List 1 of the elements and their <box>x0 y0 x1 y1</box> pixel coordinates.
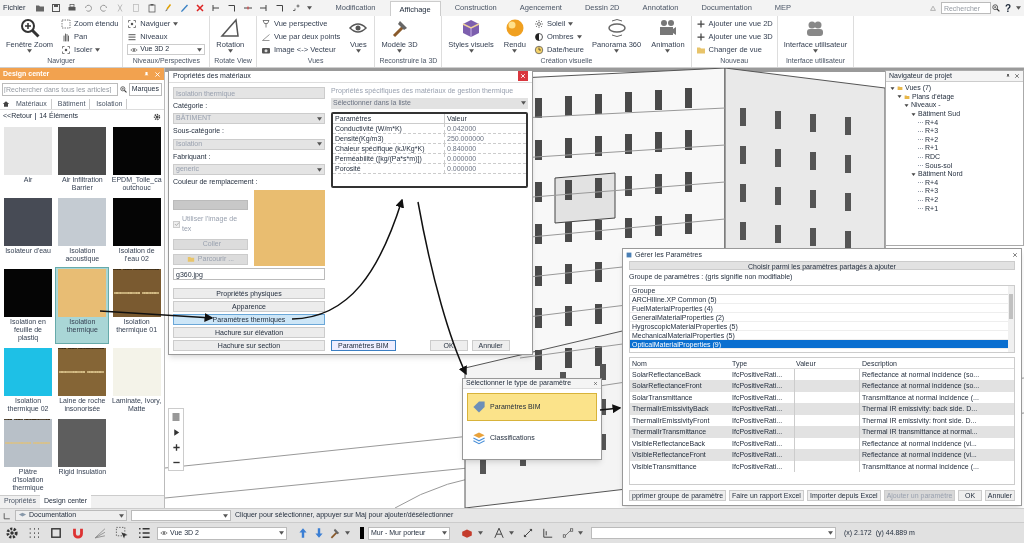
help-button[interactable]: ? <box>1004 0 1011 16</box>
